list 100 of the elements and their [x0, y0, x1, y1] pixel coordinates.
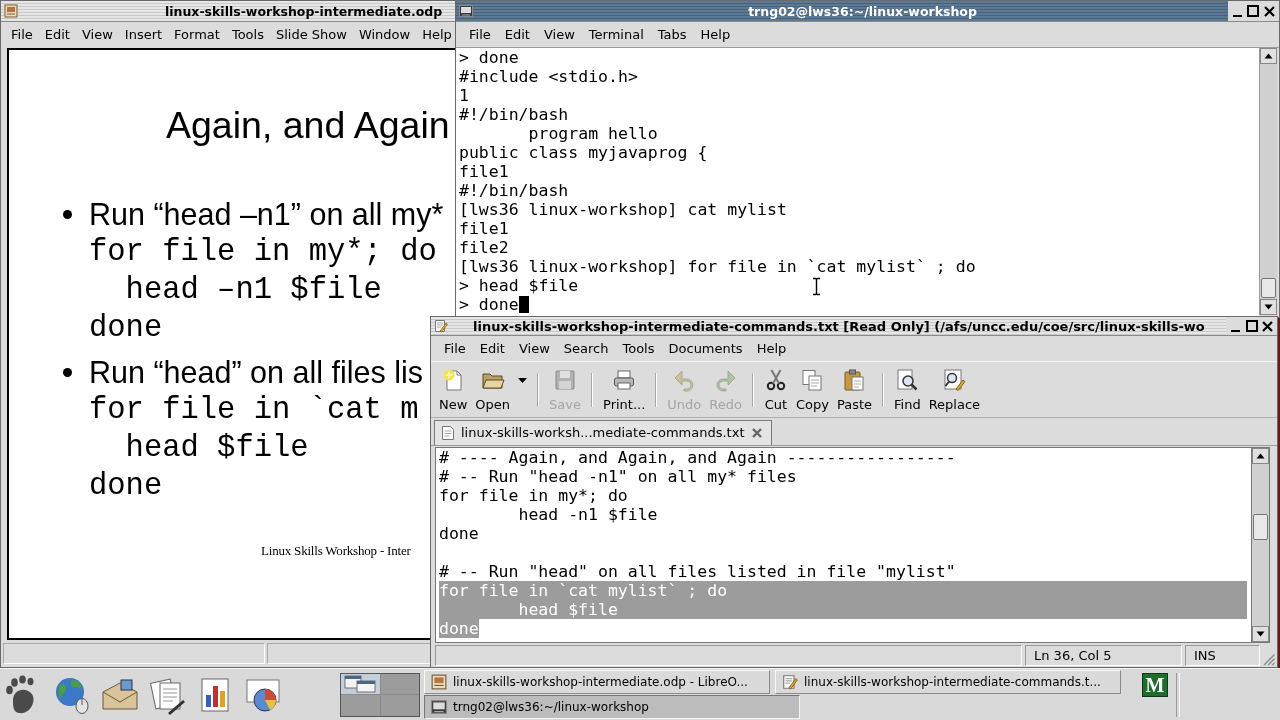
scrollbar[interactable]	[1251, 448, 1269, 642]
close-tab-icon[interactable]	[750, 427, 763, 439]
menu-item[interactable]: Tools	[225, 26, 270, 44]
workspace-cell[interactable]	[380, 673, 419, 694]
terminal-icon	[431, 699, 447, 715]
ibeam-pointer-icon	[812, 277, 821, 296]
toolbar-button[interactable]: Copy	[791, 366, 833, 413]
status-field: INS	[1185, 645, 1260, 666]
tray-app-button[interactable]: M	[1142, 673, 1168, 697]
terminal-line: file1	[459, 219, 509, 238]
text-editor-icon[interactable]	[434, 319, 448, 333]
menu-item[interactable]: Edit	[472, 339, 512, 358]
menu-item[interactable]: Format	[168, 26, 226, 44]
scrollbar-thumb[interactable]	[1253, 514, 1268, 540]
menu-item[interactable]: Window	[352, 26, 417, 44]
menu-item[interactable]: Insert	[118, 26, 169, 44]
terminal-line: [lws36 linux-workshop] for file in `cat mylist` ; do	[459, 257, 976, 276]
terminal-line: #!/bin/bash	[459, 181, 569, 200]
menu-item[interactable]: File	[5, 26, 39, 44]
terminal-line: > done	[459, 48, 519, 67]
terminal-icon[interactable]	[459, 4, 473, 18]
document-icon	[441, 425, 455, 441]
toolbar-button[interactable]: New	[435, 366, 472, 413]
menu-item[interactable]: File	[462, 25, 498, 44]
terminal-line: [lws36 linux-workshop] cat mylist	[459, 200, 787, 219]
toolbar-button[interactable]: Print...	[599, 366, 650, 413]
window-title: linux-skills-workshop-intermediate-commands.txt [Read Only] (/afs/uncc.edu/coe/src/linux-skills-wo	[473, 318, 1205, 334]
workspace-switcher[interactable]	[340, 672, 420, 717]
code-line: for file in `cat m	[89, 392, 419, 429]
maximize-icon	[1245, 320, 1258, 332]
search-icon	[895, 368, 920, 392]
terminal-line: #include <stdio.h>	[459, 67, 638, 86]
code-line: head $file	[124, 430, 309, 467]
code-line: head –n1 $file	[124, 272, 382, 309]
menu-item[interactable]: Edit	[38, 26, 76, 44]
taskbar-button[interactable]: trng02@lws36:~/linux-workshop	[424, 695, 800, 719]
resize-grip-icon[interactable]	[1263, 654, 1275, 666]
slide-footer: Linux Skills Workshop - Inter	[261, 543, 411, 559]
menu-item[interactable]: View	[75, 26, 119, 44]
workspace-cell[interactable]	[341, 673, 380, 694]
toolbar-button[interactable]: Find	[890, 366, 925, 413]
menu-item[interactable]: Tabs	[650, 25, 694, 44]
window-title: linux-skills-workshop-intermediate.odp	[165, 3, 443, 19]
code-line: # -- Run "head" on all files listed in file "mylist"	[439, 562, 956, 581]
scroll-down-icon[interactable]	[1252, 626, 1269, 642]
menu-item[interactable]: Documents	[661, 339, 750, 358]
status-field: Ln 36, Col 5	[1025, 645, 1182, 666]
bullet-text: Run “head –n1” on all my*	[89, 196, 444, 233]
menu-item[interactable]: Help	[749, 339, 794, 358]
menu-item[interactable]: Edit	[497, 25, 537, 44]
toolbar-button[interactable]: Cut	[759, 366, 792, 413]
toolbar-button[interactable]: Replace	[924, 366, 985, 413]
menu-item[interactable]: Help	[693, 25, 738, 44]
code-line: done	[439, 524, 479, 543]
text-editor-icon	[782, 674, 798, 690]
scrollbar-thumb[interactable]	[1261, 278, 1276, 298]
window-title: trng02@lws36:~/linux-workshop	[748, 3, 977, 19]
close-button[interactable]	[1260, 318, 1275, 334]
document-tab[interactable]: linux-skills-worksh...mediate-commands.txt	[434, 420, 772, 445]
code-line: done	[89, 310, 163, 347]
menu-item[interactable]: Terminal	[581, 25, 651, 44]
clipboard-icon	[842, 368, 867, 392]
minimize-icon	[1231, 329, 1240, 332]
terminal-line: public class myjavaprog {	[459, 143, 708, 162]
bullet-icon	[63, 367, 72, 377]
menu-item[interactable]: File	[437, 339, 473, 358]
presentation-icon[interactable]	[4, 4, 18, 18]
toolbar-button[interactable]: Paste	[832, 366, 877, 413]
window-thumbnails-icon	[344, 674, 377, 693]
workspace-cell[interactable]	[380, 695, 419, 716]
menu-item[interactable]: Tools	[615, 339, 662, 358]
terminal-line: 1	[459, 86, 469, 105]
workspace-cell[interactable]	[341, 695, 380, 716]
close-button[interactable]	[1262, 3, 1277, 19]
code-line: head -n1 $file	[517, 505, 658, 524]
scroll-up-icon[interactable]	[1260, 48, 1277, 64]
terminal-line: file1	[459, 162, 509, 181]
scroll-down-icon[interactable]	[1260, 299, 1277, 315]
terminal-line: program hello	[527, 124, 658, 143]
maximize-button[interactable]	[1244, 318, 1259, 334]
toolbar-button[interactable]: Open	[471, 366, 515, 413]
taskbar-button[interactable]: linux-skills-workshop-intermediate.odp - LibreO...	[424, 670, 770, 694]
menu-item[interactable]: View	[511, 339, 557, 358]
code-line: done	[89, 468, 163, 505]
menu-item[interactable]: Slide Show	[269, 26, 353, 44]
maximize-button[interactable]	[1246, 3, 1261, 19]
redo-arrow-icon	[713, 368, 738, 392]
undo-arrow-icon	[672, 368, 697, 392]
dropdown-arrow-icon[interactable]	[518, 378, 528, 383]
scroll-up-icon[interactable]	[1252, 448, 1269, 464]
presentation-icon	[431, 674, 447, 690]
scrollbar[interactable]	[1259, 48, 1277, 315]
menu-item[interactable]: Help	[416, 26, 455, 44]
menu-item[interactable]: View	[536, 25, 582, 44]
printer-icon	[612, 368, 637, 392]
taskbar-button[interactable]: linux-skills-workshop-intermediate-commands.t...	[775, 670, 1121, 694]
code-line: # ---- Again, and Again, and Again -----------------	[439, 448, 956, 467]
bullet-text: Run “head” on all files lis	[89, 354, 423, 391]
code-line: # -- Run "head -n1" on all my* files	[439, 467, 797, 486]
menu-item[interactable]: Search	[556, 339, 616, 358]
